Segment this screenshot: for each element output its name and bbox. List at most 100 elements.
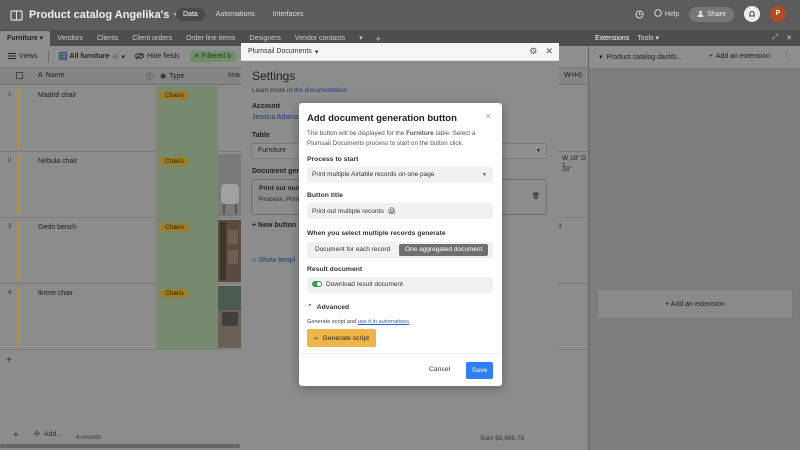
views-button[interactable]: Views bbox=[8, 52, 38, 61]
attachment-thumbnail[interactable] bbox=[218, 154, 242, 216]
base-icon[interactable] bbox=[10, 9, 23, 22]
view-switcher[interactable]: All furniture ⚇ ▾ bbox=[58, 51, 125, 62]
add-extension-box[interactable]: + Add an extension bbox=[597, 289, 793, 319]
option-document-per-record[interactable]: Document for each record bbox=[309, 244, 396, 256]
add-record-plus-icon[interactable]: + bbox=[13, 430, 19, 441]
column-header-image[interactable]: Ima bbox=[228, 72, 240, 79]
result-document-label: Result document bbox=[307, 266, 363, 273]
use-in-automations-link[interactable]: use it in automations bbox=[358, 319, 409, 325]
new-button-link[interactable]: + New button bbox=[252, 222, 296, 229]
notifications-bell-icon[interactable] bbox=[744, 6, 760, 22]
column-header-name[interactable]: A Name bbox=[38, 72, 64, 79]
user-avatar[interactable]: P bbox=[770, 6, 786, 22]
nav-automations[interactable]: Automations bbox=[209, 8, 262, 21]
documentation-link[interactable]: the documentation bbox=[294, 87, 347, 94]
view-name: All furniture bbox=[69, 53, 110, 60]
attachment-thumbnail[interactable] bbox=[218, 286, 242, 348]
advanced-description: Generate script and use it in automation… bbox=[307, 319, 411, 325]
account-value[interactable]: Jessica Adams bbox=[252, 114, 299, 121]
code-icon: ‹› bbox=[252, 257, 257, 264]
horizontal-scrollbar[interactable] bbox=[0, 444, 240, 448]
hide-fields-button[interactable]: Hide fields bbox=[135, 52, 180, 61]
share-label: Share bbox=[707, 10, 726, 18]
trash-icon[interactable]: 🗑 bbox=[532, 192, 540, 200]
gear-icon[interactable]: ⚙ bbox=[529, 46, 537, 57]
add-row-plus-icon[interactable]: + bbox=[6, 355, 12, 366]
option-aggregated-document[interactable]: One aggregated document bbox=[399, 244, 489, 256]
nav-interfaces[interactable]: Interfaces bbox=[266, 8, 311, 21]
hide-fields-label: Hide fields bbox=[147, 53, 180, 60]
attachment-thumbnail[interactable] bbox=[218, 88, 242, 150]
close-icon[interactable]: ✕ bbox=[545, 46, 553, 57]
tab-furniture[interactable]: Furniture ▾ bbox=[0, 31, 51, 46]
share-button[interactable]: Share bbox=[689, 6, 734, 22]
close-icon[interactable]: × bbox=[486, 111, 491, 121]
column-header-dimensions[interactable]: W×H) bbox=[564, 72, 582, 79]
download-toggle-switch[interactable] bbox=[312, 281, 322, 288]
nav-data[interactable]: Data bbox=[176, 8, 205, 21]
more-options-icon[interactable]: ⋮ bbox=[783, 51, 790, 59]
show-templates-link[interactable]: ‹› Show templ bbox=[252, 257, 295, 264]
type-chip: Chairs bbox=[160, 289, 189, 298]
process-select[interactable]: Print multiple Airtable records on one p… bbox=[307, 167, 493, 183]
cell-name[interactable]: Ikrore chair bbox=[38, 290, 73, 297]
add-document-generation-dialog: Add document generation button × The but… bbox=[299, 103, 502, 386]
plus-icon: + bbox=[708, 53, 713, 60]
dashboard-title[interactable]: Product catalog dashb... bbox=[607, 54, 683, 61]
column-header-type[interactable]: ◉ Type bbox=[160, 72, 184, 81]
settings-heading: Settings bbox=[252, 69, 296, 83]
add-record-menu[interactable]: ✣ Add... bbox=[34, 430, 62, 439]
top-nav: Data Automations Interfaces bbox=[176, 8, 310, 21]
generate-script-button[interactable]: ‹› Generate script bbox=[307, 329, 376, 347]
button-title-input[interactable]: Print out multiple records 🖨 bbox=[307, 203, 493, 219]
save-button[interactable]: Save bbox=[466, 362, 493, 379]
cell-name[interactable]: Madrid chair bbox=[38, 92, 77, 99]
table-select-value: Furniture bbox=[258, 147, 287, 154]
chevron-up-icon: ⌃ bbox=[307, 304, 313, 311]
dialog-description: The button will be displayed for the Fur… bbox=[307, 129, 497, 148]
adv-desc-suffix: . bbox=[409, 319, 411, 325]
add-extension-box-label: Add an extension bbox=[670, 301, 725, 308]
tab-tools[interactable]: Tools ▾ bbox=[637, 34, 659, 42]
filter-button[interactable]: ≡ Filtered b bbox=[189, 51, 236, 62]
close-icon[interactable]: ✕ bbox=[786, 34, 792, 42]
expand-icon[interactable]: ⤢ bbox=[773, 34, 779, 42]
tools-label: Tools bbox=[637, 35, 654, 42]
tab-order-line-items[interactable]: Order line items bbox=[179, 32, 242, 46]
column-info-icon[interactable]: ⓘ bbox=[146, 72, 153, 82]
process-label: Process to start bbox=[307, 156, 359, 163]
extensions-panel bbox=[588, 30, 800, 450]
tab-clients[interactable]: Clients bbox=[90, 32, 125, 46]
views-label: Views bbox=[19, 53, 38, 60]
attachment-thumbnail[interactable] bbox=[218, 220, 242, 282]
advanced-toggle[interactable]: ⌃ Advanced bbox=[307, 303, 349, 312]
chevron-down-icon[interactable]: ▾ bbox=[315, 48, 319, 56]
generation-mode-toggle: Document for each record One aggregated … bbox=[307, 242, 493, 258]
row-number: 1 bbox=[8, 92, 12, 98]
result-document-option[interactable]: Download result document bbox=[307, 277, 493, 293]
select-all-checkbox[interactable] bbox=[16, 72, 23, 79]
row-color-bar bbox=[17, 221, 20, 281]
record-count: 4 records bbox=[76, 435, 102, 441]
chevron-down-icon[interactable]: ▾ bbox=[599, 53, 603, 61]
history-icon[interactable] bbox=[635, 10, 644, 19]
filter-icon: ≡ bbox=[194, 53, 199, 60]
process-select-value: Print multiple Airtable records on one p… bbox=[312, 171, 435, 178]
panel-controls: ⤢ ✕ bbox=[773, 34, 792, 42]
cell-name[interactable]: Nebula chair bbox=[38, 158, 77, 165]
add-extension-button[interactable]: + Add an extension bbox=[709, 53, 770, 60]
grid-view-icon bbox=[58, 51, 67, 62]
summary-sum[interactable]: Sum $8,686.75 bbox=[480, 435, 524, 442]
tab-client-orders[interactable]: Client orders bbox=[125, 32, 179, 46]
tab-vendors[interactable]: Vendors bbox=[50, 32, 90, 46]
toolbar-divider bbox=[47, 51, 49, 62]
cell-name[interactable]: Gedo bench bbox=[38, 224, 76, 231]
help-link[interactable]: Help bbox=[654, 9, 679, 19]
tab-extensions[interactable]: Extensions bbox=[595, 35, 629, 42]
cancel-button[interactable]: Cancel bbox=[429, 366, 450, 373]
plumsail-window-title[interactable]: Plumsail Documents bbox=[248, 48, 312, 55]
table-label: Table bbox=[252, 132, 270, 139]
tab-label: Furniture bbox=[7, 35, 38, 42]
row-color-bar bbox=[17, 89, 20, 149]
base-title[interactable]: Product catalog Angelika's bbox=[29, 9, 169, 21]
